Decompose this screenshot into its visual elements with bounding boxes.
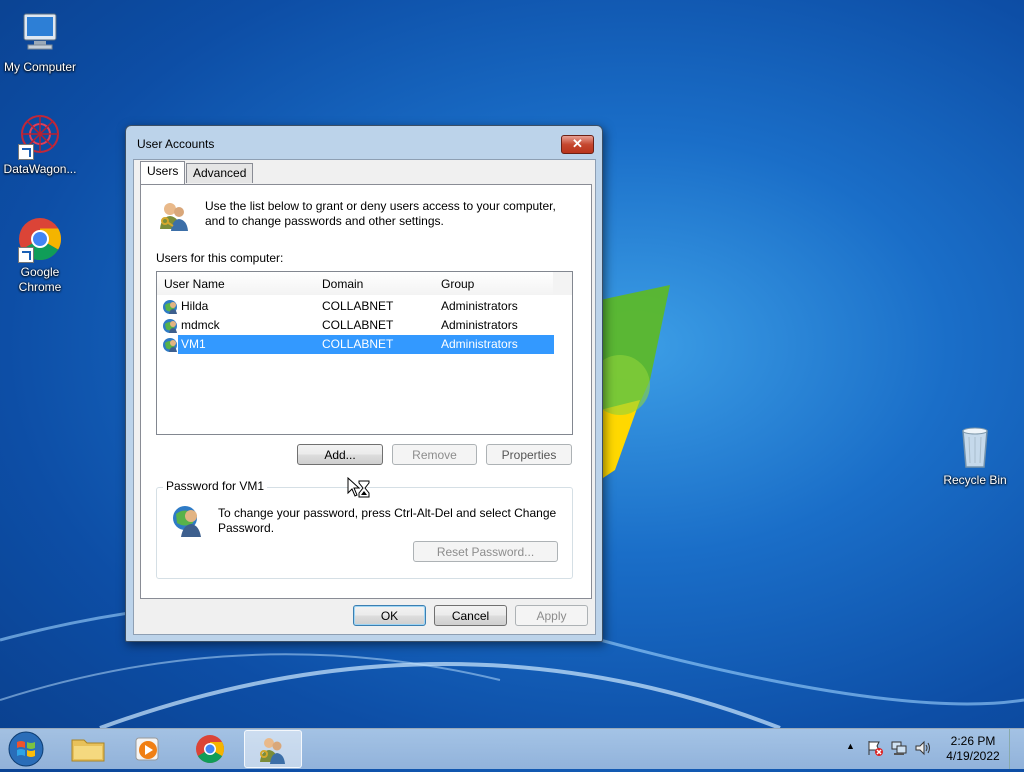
taskbar: ▲ 2:26 PM 4/19/2022	[0, 728, 1024, 769]
desktop-icon-recycle-bin[interactable]: Recycle Bin	[935, 423, 1015, 488]
clock-time: 2:26 PM	[950, 734, 996, 748]
show-desktop-button[interactable]	[1009, 729, 1024, 769]
domain-cell: COLLABNET	[322, 318, 394, 332]
taskbar-windows-media-player[interactable]	[120, 730, 176, 768]
dialog-client: Users Advanced Use the list below to gra…	[133, 159, 596, 635]
ok-button[interactable]: OK	[353, 605, 426, 626]
user-name-cell: mdmck	[181, 318, 220, 332]
list-header: User Name Domain Group	[157, 272, 572, 295]
domain-cell: COLLABNET	[322, 299, 394, 313]
column-header-domain[interactable]: Domain	[315, 272, 435, 295]
instructions-text: Use the list below to grant or deny user…	[205, 199, 556, 228]
desktop-icon-my-computer[interactable]: My Computer	[0, 10, 80, 75]
shortcut-arrow-icon	[18, 247, 34, 263]
clock-date: 4/19/2022	[946, 749, 1000, 763]
computer-icon	[16, 10, 64, 58]
clock[interactable]: 2:26 PM 4/19/2022	[940, 734, 1006, 764]
windows-logo-icon	[8, 731, 44, 767]
header-filler	[553, 272, 572, 295]
system-tray: ▲	[842, 735, 938, 763]
password-instructions: To change your password, press Ctrl-Alt-…	[218, 506, 557, 535]
media-player-icon	[135, 737, 159, 761]
user-icon	[163, 319, 177, 333]
taskbar-windows-explorer[interactable]	[60, 730, 116, 768]
close-button[interactable]: ✕	[561, 135, 594, 154]
folder-icon	[71, 739, 105, 762]
user-accounts-window: User Accounts ✕ Users Advanced Use the l…	[125, 125, 603, 642]
domain-cell: COLLABNET	[322, 337, 394, 351]
column-header-group[interactable]: Group	[434, 272, 554, 295]
busy-cursor-icon	[347, 477, 370, 498]
desktop-icon-datawagon[interactable]: DataWagon...	[0, 112, 80, 177]
user-icon	[163, 338, 177, 352]
chrome-icon	[196, 735, 224, 763]
start-button[interactable]	[6, 730, 46, 768]
user-password-icon	[171, 504, 205, 538]
action-center-flag-icon[interactable]	[866, 739, 884, 757]
taskbar-google-chrome[interactable]	[182, 730, 238, 768]
properties-button[interactable]: Properties	[486, 444, 572, 465]
users-list-label: Users for this computer:	[156, 251, 284, 265]
remove-button[interactable]: Remove	[392, 444, 477, 465]
users-keys-icon	[260, 738, 285, 764]
group-cell: Administrators	[441, 337, 518, 351]
user-row-mdmck[interactable]: mdmck COLLABNET Administrators	[157, 316, 554, 335]
column-header-user-name[interactable]: User Name	[157, 272, 317, 295]
tab-users[interactable]: Users	[140, 161, 186, 184]
add-button[interactable]: Add...	[297, 444, 383, 465]
volume-icon[interactable]	[914, 739, 932, 757]
user-row-vm1[interactable]: VM1 COLLABNET Administrators	[157, 335, 554, 354]
taskbar-user-accounts[interactable]	[244, 730, 302, 768]
user-name-cell: Hilda	[181, 299, 209, 313]
users-keys-icon	[157, 199, 191, 233]
recycle-bin-icon	[951, 423, 999, 471]
shortcut-arrow-icon	[18, 144, 34, 160]
user-name-cell: VM1	[181, 337, 206, 351]
group-cell: Administrators	[441, 299, 518, 313]
cancel-button[interactable]: Cancel	[434, 605, 507, 626]
user-row-hilda[interactable]: Hilda COLLABNET Administrators	[157, 297, 554, 316]
close-icon: ✕	[572, 136, 583, 151]
tab-advanced[interactable]: Advanced	[186, 163, 254, 183]
chrome-icon	[16, 215, 64, 263]
show-hidden-icons-button[interactable]: ▲	[846, 741, 855, 751]
desktop-icon-google-chrome[interactable]: Google Chrome	[0, 215, 80, 295]
datawagon-icon	[16, 112, 64, 160]
password-group-label: Password for VM1	[163, 479, 268, 493]
user-icon	[163, 300, 177, 314]
title-bar[interactable]: User Accounts ✕	[126, 126, 602, 160]
group-cell: Administrators	[441, 318, 518, 332]
reset-password-button[interactable]: Reset Password...	[413, 541, 558, 562]
apply-button[interactable]: Apply	[515, 605, 588, 626]
network-icon[interactable]	[890, 739, 908, 757]
window-title: User Accounts	[137, 137, 215, 151]
users-tab-panel: Use the list below to grant or deny user…	[140, 184, 592, 599]
users-list[interactable]: User Name Domain Group Hilda COLLABNET A…	[156, 271, 573, 435]
